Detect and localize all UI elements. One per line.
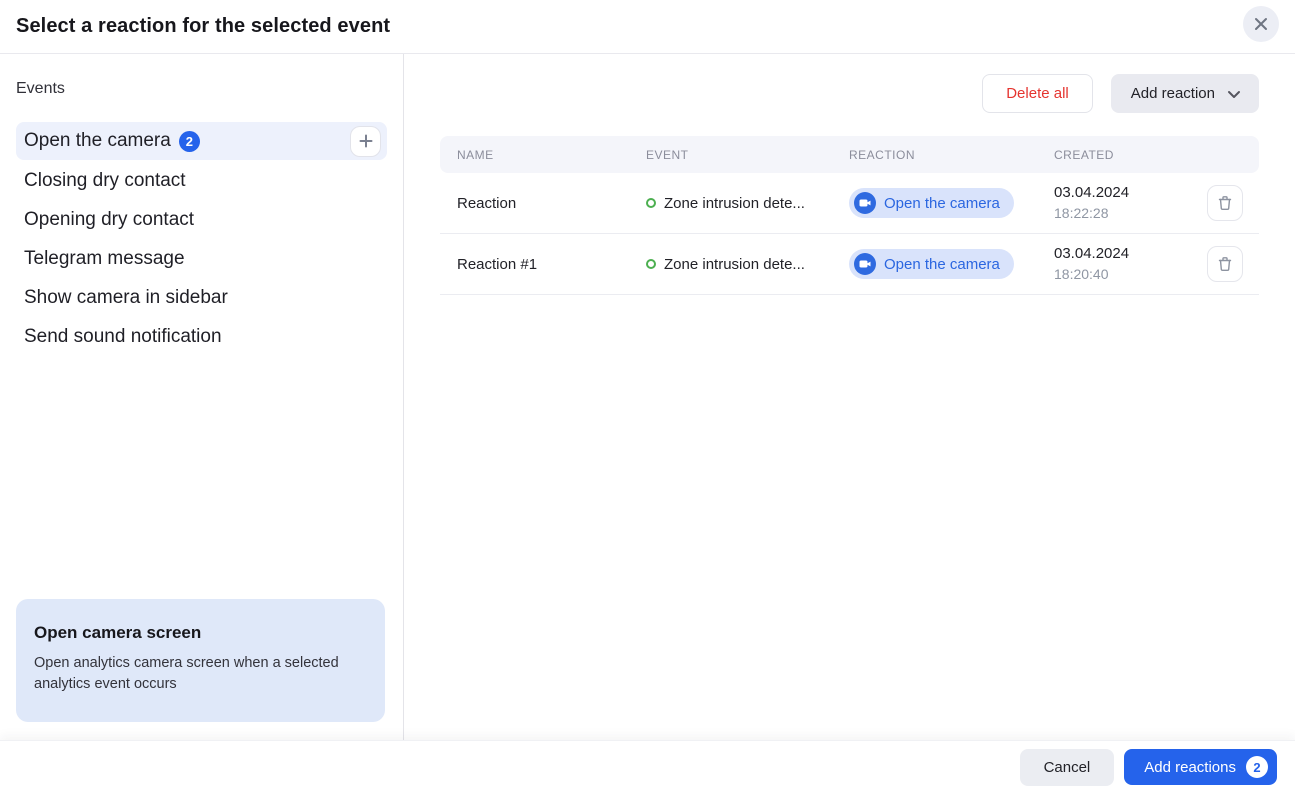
sidebar-event-item[interactable]: Closing dry contact: [16, 161, 387, 200]
reactions-panel: Delete all Add reaction NAME EVENT REACT…: [404, 54, 1295, 740]
cell-created: 03.04.2024 18:20:40: [1054, 244, 1194, 283]
camera-icon: [854, 192, 876, 214]
table-row: Reaction #1 Zone intrusion dete... Open …: [440, 234, 1259, 295]
cell-event: Zone intrusion dete...: [646, 256, 849, 273]
sidebar-event-item[interactable]: Opening dry contact: [16, 200, 387, 239]
cell-name: Reaction #1: [440, 256, 646, 273]
reactions-count-badge: 2: [1246, 756, 1268, 778]
event-count-badge: 2: [179, 131, 200, 152]
reaction-label: Open the camera: [884, 256, 1000, 273]
column-header-name: NAME: [440, 148, 646, 162]
created-time: 18:20:40: [1054, 265, 1194, 284]
add-reaction-dropdown-button[interactable]: Add reaction: [1111, 74, 1259, 113]
plus-icon: [358, 133, 374, 149]
dialog-header: Select a reaction for the selected event: [0, 0, 1295, 54]
reaction-chip[interactable]: Open the camera: [849, 249, 1014, 279]
trash-icon: [1217, 256, 1233, 272]
created-date: 03.04.2024: [1054, 183, 1194, 203]
cell-created: 03.04.2024 18:22:28: [1054, 183, 1194, 222]
cell-reaction: Open the camera: [849, 188, 1054, 218]
dialog-footer: Cancel Add reactions 2: [0, 740, 1295, 793]
event-item-label: Opening dry contact: [24, 209, 194, 231]
reaction-dialog: Select a reaction for the selected event…: [0, 0, 1295, 793]
add-reaction-label: Add reaction: [1131, 85, 1215, 102]
delete-all-button[interactable]: Delete all: [982, 74, 1093, 113]
close-button[interactable]: [1243, 6, 1279, 42]
event-info-card: Open camera screen Open analytics camera…: [16, 599, 385, 723]
table-header-row: NAME EVENT REACTION CREATED: [440, 136, 1259, 173]
event-item-label: Closing dry contact: [24, 170, 186, 192]
column-header-reaction: REACTION: [849, 148, 1054, 162]
dialog-title: Select a reaction for the selected event: [16, 15, 390, 38]
delete-row-button[interactable]: [1207, 246, 1243, 282]
sidebar-event-item[interactable]: Telegram message: [16, 239, 387, 278]
sidebar-event-item[interactable]: Show camera in sidebar: [16, 278, 387, 317]
add-event-button[interactable]: [350, 126, 381, 157]
delete-row-button[interactable]: [1207, 185, 1243, 221]
info-card-title: Open camera screen: [34, 623, 367, 643]
trash-icon: [1217, 195, 1233, 211]
events-list: Open the camera 2 Closing dry contact Op…: [16, 122, 387, 356]
cell-name: Reaction: [440, 195, 646, 212]
cancel-button[interactable]: Cancel: [1020, 749, 1115, 786]
table-row: Reaction Zone intrusion dete... Open the…: [440, 173, 1259, 234]
reaction-label: Open the camera: [884, 195, 1000, 212]
sidebar-event-item[interactable]: Open the camera 2: [16, 122, 387, 160]
sidebar-event-item[interactable]: Send sound notification: [16, 317, 387, 356]
event-status-icon: [646, 198, 656, 208]
add-reactions-button[interactable]: Add reactions 2: [1124, 749, 1277, 785]
event-status-icon: [646, 259, 656, 269]
reactions-table: NAME EVENT REACTION CREATED Reaction Zon…: [440, 136, 1259, 295]
events-sidebar: Events Open the camera 2 Closing dry con…: [0, 54, 404, 740]
column-header-created: CREATED: [1054, 148, 1194, 162]
cell-reaction: Open the camera: [849, 249, 1054, 279]
created-time: 18:22:28: [1054, 204, 1194, 223]
column-header-event: EVENT: [646, 148, 849, 162]
reaction-chip[interactable]: Open the camera: [849, 188, 1014, 218]
event-item-label: Telegram message: [24, 248, 185, 270]
created-date: 03.04.2024: [1054, 244, 1194, 264]
close-icon: [1253, 16, 1269, 32]
events-section-label: Events: [16, 80, 387, 98]
table-body: Reaction Zone intrusion dete... Open the…: [440, 173, 1259, 295]
camera-icon: [854, 253, 876, 275]
event-item-label: Show camera in sidebar: [24, 287, 228, 309]
event-item-label: Open the camera: [24, 130, 171, 152]
cell-event: Zone intrusion dete...: [646, 195, 849, 212]
chevron-down-icon: [1225, 85, 1243, 103]
reactions-toolbar: Delete all Add reaction: [440, 74, 1259, 113]
add-reactions-label: Add reactions: [1144, 759, 1236, 776]
event-name-text: Zone intrusion dete...: [664, 195, 805, 212]
event-name-text: Zone intrusion dete...: [664, 256, 805, 273]
info-card-description: Open analytics camera screen when a sele…: [34, 653, 367, 697]
event-item-label: Send sound notification: [24, 326, 222, 348]
